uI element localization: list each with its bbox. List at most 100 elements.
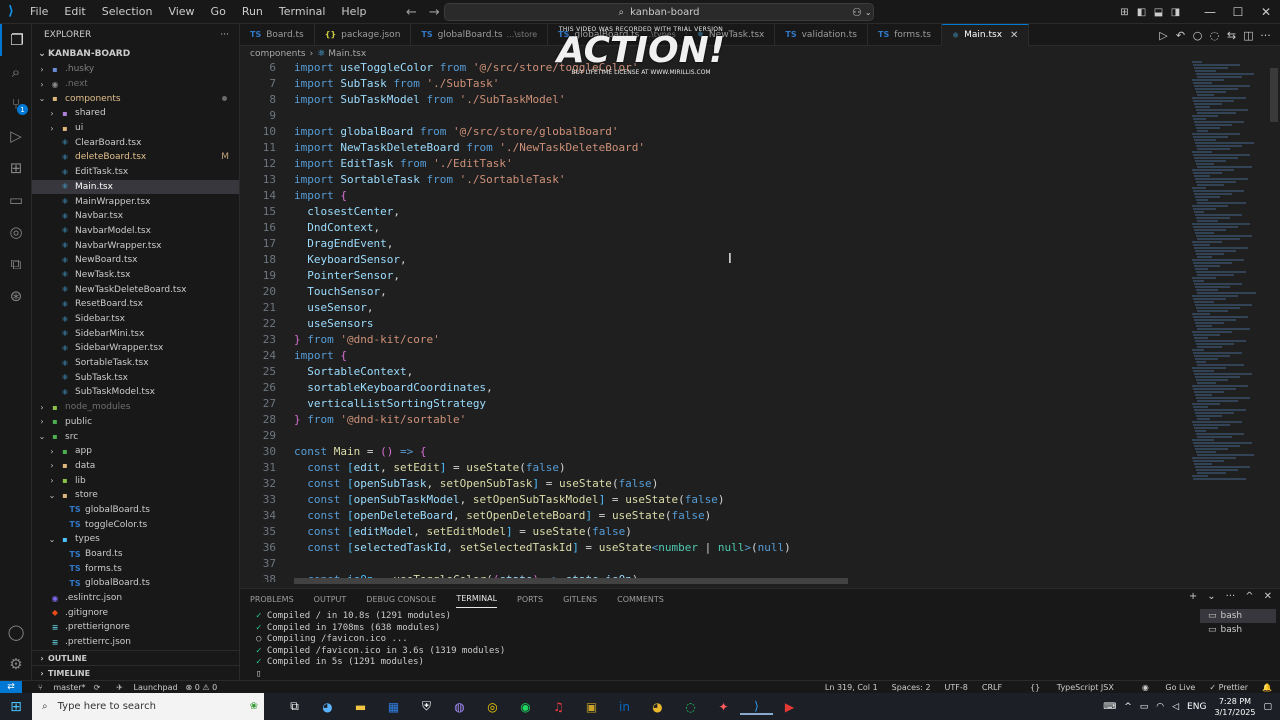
terminal-dropdown-icon[interactable]: ⌄ <box>1207 591 1215 602</box>
tree-item[interactable]: ⚛ NewBoard.tsx <box>32 253 239 268</box>
tree-item[interactable]: ◆ .gitignore <box>32 605 239 620</box>
circle-icon[interactable]: ○ <box>1189 29 1206 42</box>
tree-item[interactable]: ⌄ ▪ components <box>32 91 239 106</box>
panel-tab-debug-console[interactable]: DEBUG CONSOLE <box>366 591 436 608</box>
command-center-search[interactable]: ⌕ kanban-board <box>444 3 874 21</box>
minimap[interactable] <box>1192 60 1272 584</box>
task-view-icon[interactable]: ⧉ <box>278 699 311 714</box>
more-actions-icon[interactable]: ··· <box>220 30 229 40</box>
close-icon[interactable]: ✕ <box>1010 30 1018 41</box>
indentation[interactable]: Spaces: 2 <box>892 683 931 692</box>
network-icon[interactable]: ▭ <box>1140 702 1149 712</box>
toggle-panel-icon[interactable]: ⬓ <box>1150 7 1167 18</box>
tree-item[interactable]: ⚛ MainWrapper.tsx <box>32 194 239 209</box>
github-app-icon[interactable]: ◍ <box>443 700 476 714</box>
minimize-button[interactable]: — <box>1196 5 1224 19</box>
tree-item[interactable]: ⚛ Navbar.tsx <box>32 209 239 224</box>
explorer-icon[interactable]: ❐ <box>0 24 32 56</box>
split-editor-icon[interactable]: ◫ <box>1240 29 1257 42</box>
close-window-button[interactable]: ✕ <box>1252 5 1280 19</box>
accounts-icon[interactable]: ◯ <box>0 616 32 648</box>
menu-go[interactable]: Go <box>203 5 234 18</box>
remote-indicator-icon[interactable]: ⇄ <box>0 680 22 694</box>
tree-item[interactable]: TS globalBoard.ts <box>32 576 239 591</box>
panel-tab-problems[interactable]: PROBLEMS <box>250 591 294 608</box>
tree-item[interactable]: › ◉ .next <box>32 77 239 92</box>
back-arrow-icon[interactable]: ← <box>400 5 423 20</box>
remote-explorer-icon[interactable]: ▭ <box>0 184 32 216</box>
layout-customize-icon[interactable]: ⊞ <box>1116 7 1133 18</box>
tree-item[interactable]: ⚛ NewTaskDeleteBoard.tsx <box>32 282 239 297</box>
tree-item[interactable]: ≡ .prettierrc.json <box>32 635 239 650</box>
panel-tab-terminal[interactable]: TERMINAL <box>456 590 498 608</box>
editor-tab[interactable]: TS Board.ts <box>240 23 315 46</box>
volume-icon[interactable]: ◁ <box>1172 702 1179 712</box>
wifi-icon[interactable]: ◠ <box>1156 702 1164 712</box>
tree-item[interactable]: ⌄ ▪ src <box>32 429 239 444</box>
launchpad-button[interactable]: ✈ Launchpad <box>108 683 177 692</box>
editor-tab[interactable]: TS validation.ts <box>775 23 868 46</box>
more-actions-icon[interactable]: ··· <box>1226 591 1236 602</box>
maximize-button[interactable]: ☐ <box>1224 5 1252 19</box>
cursor-position[interactable]: Ln 319, Col 1 <box>825 683 878 692</box>
tree-item[interactable]: ⚛ ResetBoard.tsx <box>32 297 239 312</box>
breadcrumb-folder[interactable]: components <box>250 49 306 59</box>
outline-section[interactable]: › OUTLINE <box>32 650 240 665</box>
vertical-scrollbar[interactable] <box>1270 68 1278 122</box>
panel-tab-comments[interactable]: COMMENTS <box>617 591 664 608</box>
tree-item[interactable]: ◉ .eslintrc.json <box>32 591 239 606</box>
compare-icon[interactable]: ⇆ <box>1223 29 1240 42</box>
photos-app-icon[interactable]: ▣ <box>575 700 608 714</box>
more-actions-icon[interactable]: ··· <box>1257 29 1274 42</box>
editor-tab[interactable]: {} package.json <box>315 23 412 46</box>
tree-item[interactable]: ⚛ SortableTask.tsx <box>32 356 239 371</box>
game-app-icon[interactable]: ✦ <box>707 700 740 714</box>
tree-item[interactable]: ⚛ EditTask.tsx <box>32 165 239 180</box>
docker-icon[interactable]: ⊛ <box>0 280 32 312</box>
terminal-item[interactable]: ▭ bash <box>1200 623 1276 637</box>
editor-tab[interactable]: TS globalBoard.ts ...\store <box>411 23 549 46</box>
copilot-app-icon[interactable]: ◕ <box>311 700 344 714</box>
tree-item[interactable]: ⚛ SubTask.tsx <box>32 370 239 385</box>
toggle-secondary-sidebar-icon[interactable]: ◨ <box>1167 7 1184 18</box>
tree-item[interactable]: ⌄ ▪ store <box>32 488 239 503</box>
extensions-icon[interactable]: ⊞ <box>0 152 32 184</box>
tree-item[interactable]: ⚛ NewTask.tsx <box>32 268 239 283</box>
tree-item[interactable]: ⚛ SubTaskModel.tsx <box>32 385 239 400</box>
prettier-status[interactable]: ✓ Prettier <box>1209 683 1248 692</box>
tree-item[interactable]: TS toggleColor.ts <box>32 517 239 532</box>
tree-item[interactable]: ⚛ deleteBoard.tsx M <box>32 150 239 165</box>
problems-indicator[interactable]: ⊗ 0 ⚠ 0 <box>186 683 218 692</box>
whatsapp-app-icon[interactable]: ◌ <box>674 700 707 714</box>
tree-item[interactable]: TS forms.ts <box>32 561 239 576</box>
editor-tab[interactable]: TS forms.ts <box>868 23 942 46</box>
run-icon[interactable]: ▷ <box>1155 29 1172 42</box>
menu-edit[interactable]: Edit <box>56 5 93 18</box>
menu-run[interactable]: Run <box>234 5 271 18</box>
tree-item[interactable]: › ▪ lib <box>32 473 239 488</box>
tree-item[interactable]: › ▪ node_modules <box>32 400 239 415</box>
tree-item[interactable]: ⚛ NavbarModel.tsx <box>32 224 239 239</box>
notifications-bell-icon[interactable]: 🔔 <box>1262 683 1272 692</box>
menu-selection[interactable]: Selection <box>94 5 161 18</box>
editor-tab[interactable]: ⚛ Main.tsx ✕ <box>941 23 1030 46</box>
spotify-app-icon[interactable]: ◉ <box>509 700 542 714</box>
tree-item[interactable]: › ▪ public <box>32 415 239 430</box>
calendar-app-icon[interactable]: ▦ <box>377 700 410 714</box>
copilot-menu[interactable]: ⚇ ⌄ <box>852 0 872 24</box>
keyboard-icon[interactable]: ⌨ <box>1103 702 1116 712</box>
file-explorer-icon[interactable]: ▬ <box>344 700 377 714</box>
containers-icon[interactable]: ⧉ <box>0 248 32 280</box>
panel-tab-ports[interactable]: PORTS <box>517 591 543 608</box>
go-back-icon[interactable]: ↶ <box>1172 29 1189 42</box>
show-hidden-icons-icon[interactable]: ^ <box>1124 702 1132 712</box>
terminal-output[interactable]: ✓ Compiled / in 10.8s (1291 modules) ✓ Co… <box>256 611 505 680</box>
tree-item[interactable]: ⚛ Main.tsx <box>32 179 239 195</box>
source-control-icon[interactable]: ⑂ 1 <box>0 88 32 120</box>
tree-item[interactable]: TS globalBoard.ts <box>32 503 239 518</box>
branch-indicator[interactable]: ⑂ master* <box>30 683 86 692</box>
menu-terminal[interactable]: Terminal <box>271 5 334 18</box>
open-changes-icon[interactable]: ◌ <box>1206 29 1223 42</box>
maximize-panel-icon[interactable]: ^ <box>1245 591 1253 602</box>
breadcrumb-file[interactable]: Main.tsx <box>328 49 366 59</box>
